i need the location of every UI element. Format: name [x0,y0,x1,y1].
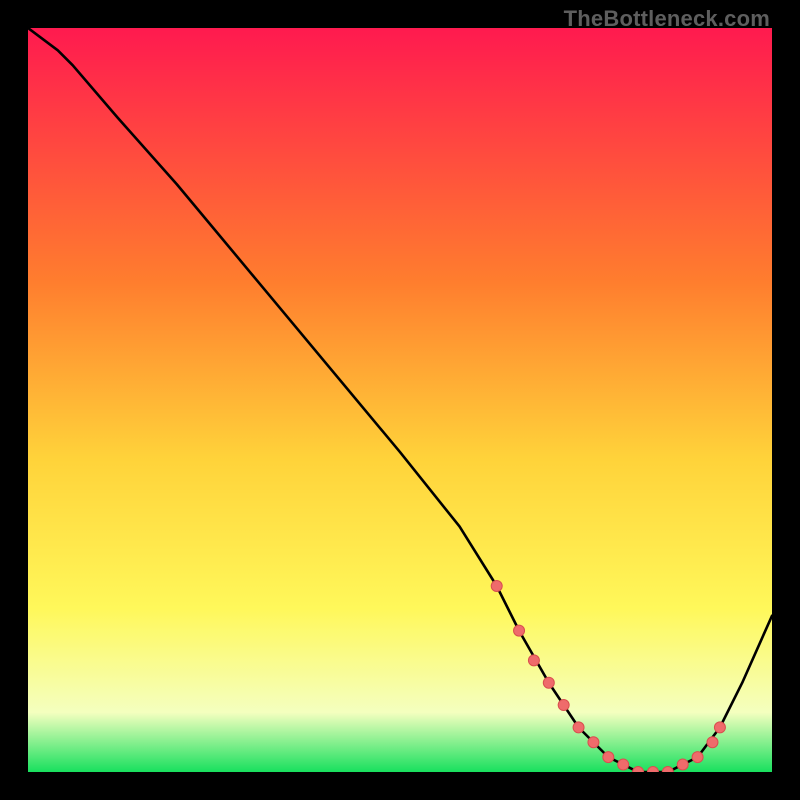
gradient-background [28,28,772,772]
marker-point [573,722,584,733]
marker-point [491,581,502,592]
plot-area [28,28,772,772]
chart-container: TheBottleneck.com [0,0,800,800]
bottleneck-chart [28,28,772,772]
marker-point [514,625,525,636]
marker-point [543,677,554,688]
marker-point [707,737,718,748]
marker-point [714,722,725,733]
marker-point [528,655,539,666]
marker-point [588,737,599,748]
marker-point [603,752,614,763]
marker-point [692,752,703,763]
marker-point [618,759,629,770]
marker-point [558,700,569,711]
marker-point [677,759,688,770]
